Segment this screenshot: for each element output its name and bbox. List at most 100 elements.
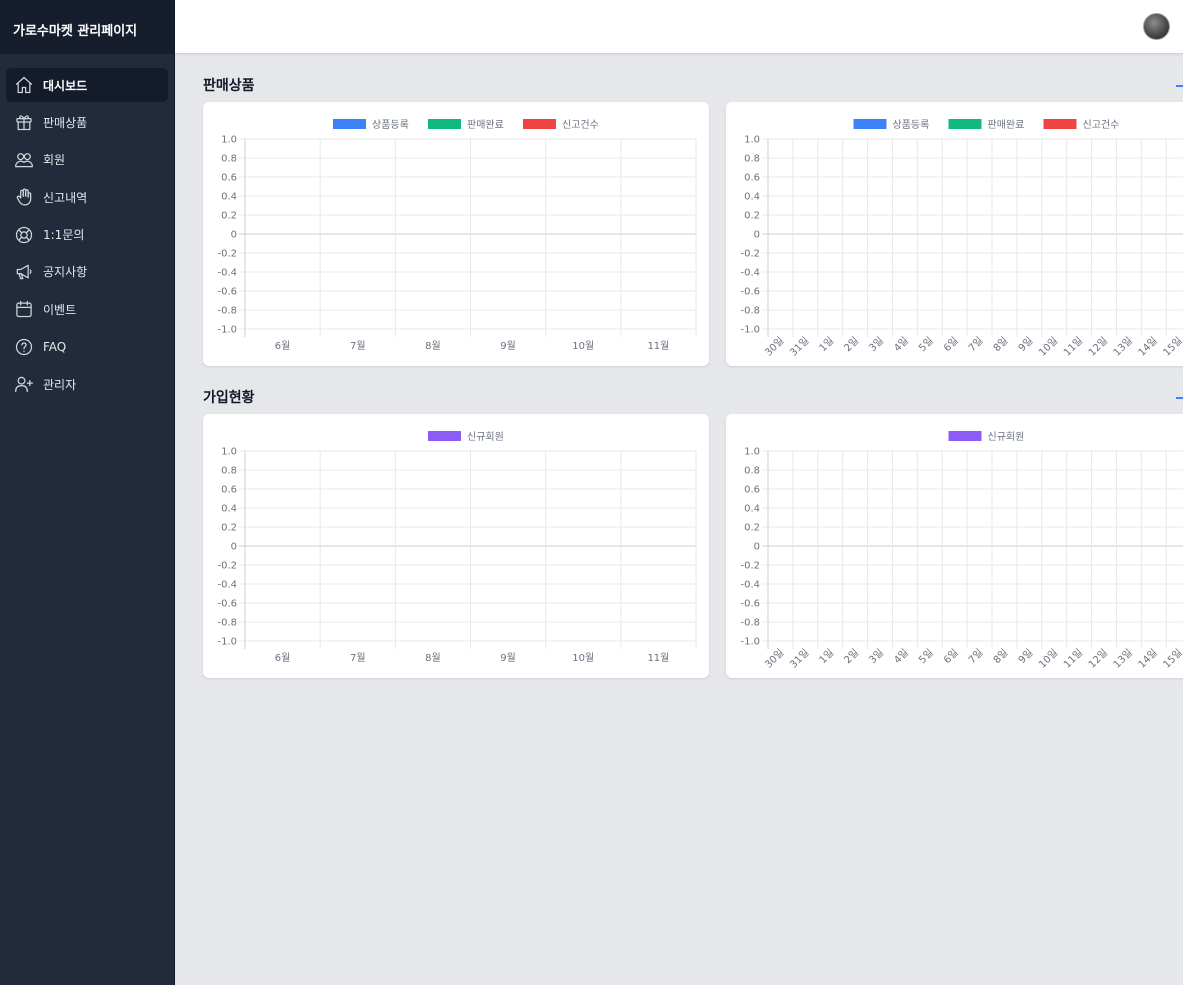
x-tick-label: 7월 — [350, 340, 366, 352]
x-tick-label: 30일 — [763, 647, 787, 671]
gift-icon — [14, 112, 34, 132]
y-tick-label: -0.2 — [217, 561, 237, 572]
sidebar-item-faq[interactable]: FAQ — [6, 330, 168, 364]
top-bar — [175, 0, 1183, 54]
y-tick-label: -0.8 — [217, 618, 237, 629]
y-tick-label: -0.8 — [740, 306, 760, 317]
y-tick-label: -0.2 — [740, 249, 760, 260]
x-tick-label: 2일 — [842, 647, 861, 666]
sidebar-item-dashboard[interactable]: 대시보드 — [6, 68, 168, 102]
question-icon — [14, 337, 34, 357]
chart-card: 신규회원 1.0 0.8 0.6 0.4 0.2 0 -0.2 -0.4 -0.6 -0.8 -1.0… — [726, 414, 1183, 678]
y-tick-label: -0.8 — [217, 306, 237, 317]
sidebar-item-label: 대시보드 — [43, 78, 88, 93]
products-daily-chart: 상품등록 판매완료 신고건수 1.0 0.8 0.6 0.4 0.2 0 -0.2 -0.4 -0.6… — [740, 119, 1183, 359]
y-tick-label: 0 — [231, 542, 237, 553]
y-tick-label: 0.8 — [221, 154, 237, 165]
x-tick-label: 2일 — [842, 335, 861, 354]
chart-card: 신규회원 1.0 0.8 0.6 0.4 0.2 0 -0.2 -0.4 -0.6 -0.8 -1.0… — [203, 414, 709, 678]
x-tick-label: 6월 — [275, 652, 291, 664]
sidebar-item-label: 판매상품 — [43, 115, 88, 130]
support-icon — [14, 225, 34, 245]
x-tick-label: 8일 — [991, 647, 1010, 666]
y-tick-label: -0.6 — [217, 287, 237, 298]
y-tick-label: 0.6 — [221, 485, 237, 496]
app-title[interactable]: 가로수마켓 관리페이지 — [0, 0, 174, 54]
x-tick-label: 8일 — [991, 335, 1010, 354]
sidebar-item-notices[interactable]: 공지사항 — [6, 255, 168, 289]
legend-label: 상품등록 — [893, 119, 930, 131]
sidebar-item-label: 공지사항 — [43, 265, 88, 280]
sidebar-item-events[interactable]: 이벤트 — [6, 292, 168, 326]
section-more-link[interactable] — [1176, 397, 1183, 399]
x-tick-label: 14일 — [1136, 335, 1160, 359]
x-tick-label: 15일 — [1161, 335, 1183, 359]
x-tick-label: 3일 — [867, 647, 886, 666]
legend-swatch — [523, 119, 556, 129]
x-tick-label: 13일 — [1111, 647, 1135, 671]
y-tick-label: -0.2 — [740, 561, 760, 572]
x-tick-label: 8월 — [425, 340, 441, 352]
chart-legend: 신규회원 — [428, 431, 504, 443]
section-title-signups: 가입현황 — [203, 390, 255, 406]
legend-swatch — [428, 431, 461, 441]
x-tick-label: 10일 — [1036, 647, 1060, 671]
y-tick-label: 0.6 — [221, 173, 237, 184]
y-tick-label: 0.8 — [221, 466, 237, 477]
y-tick-label: -0.6 — [740, 599, 760, 610]
legend-swatch — [428, 119, 461, 129]
legend-label: 신규회원 — [467, 431, 504, 443]
y-tick-label: 1.0 — [221, 135, 237, 146]
x-tick-label: 1일 — [817, 335, 836, 354]
x-tick-label: 10일 — [1036, 335, 1060, 359]
sidebar-item-admins[interactable]: 관리자 — [6, 367, 168, 401]
x-tick-label: 9일 — [1016, 647, 1035, 666]
x-tick-label: 3일 — [867, 335, 886, 354]
x-tick-label: 5일 — [916, 335, 935, 354]
y-tick-label: -0.4 — [740, 580, 760, 591]
y-tick-label: 1.0 — [744, 135, 760, 146]
x-tick-label: 10월 — [572, 340, 594, 352]
section-more-link[interactable] — [1176, 85, 1183, 87]
section-title-products: 판매상품 — [203, 78, 255, 94]
sidebar-item-label: 신고내역 — [43, 190, 88, 205]
legend-swatch — [1043, 119, 1077, 129]
y-tick-label: 0.8 — [744, 154, 760, 165]
sidebar-nav: 대시보드 판매상품 회원 신고내역 1:1문의 공지사항 이벤트 FAQ 관리자 — [0, 54, 174, 401]
x-tick-label: 11일 — [1061, 335, 1085, 359]
chart-legend: 상품등록 판매완료 신고건수 — [853, 119, 1120, 131]
legend-swatch — [333, 119, 366, 129]
signups-daily-chart: 신규회원 1.0 0.8 0.6 0.4 0.2 0 -0.2 -0.4 -0.6 -0.8 -1.0… — [740, 431, 1183, 671]
sidebar-item-reports[interactable]: 신고내역 — [6, 180, 168, 214]
legend-label: 신고건수 — [562, 119, 599, 131]
y-tick-label: 1.0 — [221, 447, 237, 458]
sidebar-item-members[interactable]: 회원 — [6, 143, 168, 177]
x-tick-label: 15일 — [1161, 647, 1183, 671]
chart-card: 상품등록 판매완료 신고건수 1.0 0.8 0.6 0.4 0.2 0 -0.2 -0.4 -0.6… — [203, 102, 709, 366]
x-tick-label: 5일 — [916, 647, 935, 666]
sidebar-item-label: 이벤트 — [43, 302, 77, 317]
x-tick-label: 12일 — [1086, 335, 1110, 359]
sidebar-item-products[interactable]: 판매상품 — [6, 105, 168, 139]
avatar[interactable] — [1143, 13, 1170, 40]
legend-label: 신규회원 — [988, 431, 1025, 443]
y-tick-label: 0 — [754, 542, 760, 553]
user-add-icon — [14, 374, 34, 394]
x-tick-label: 11일 — [1061, 647, 1085, 671]
x-tick-label: 9월 — [500, 652, 516, 664]
sidebar-item-label: 관리자 — [43, 377, 77, 392]
sidebar-item-label: 회원 — [43, 153, 66, 168]
x-tick-label: 7일 — [966, 335, 985, 354]
y-tick-label: -1.0 — [740, 637, 760, 648]
y-tick-label: 0.2 — [744, 211, 760, 222]
y-tick-label: 0 — [231, 230, 237, 241]
products-monthly-chart: 상품등록 판매완료 신고건수 1.0 0.8 0.6 0.4 0.2 0 -0.2 -0.4 -0.6… — [217, 119, 697, 352]
legend-swatch — [948, 431, 982, 441]
sidebar-item-inquiries[interactable]: 1:1문의 — [6, 218, 168, 252]
sidebar-item-label: 1:1문의 — [43, 228, 85, 243]
x-tick-label: 1일 — [817, 647, 836, 666]
x-tick-label: 11월 — [647, 340, 669, 352]
legend-label: 신고건수 — [1083, 119, 1120, 131]
x-tick-label: 9일 — [1016, 335, 1035, 354]
home-icon — [14, 75, 34, 95]
